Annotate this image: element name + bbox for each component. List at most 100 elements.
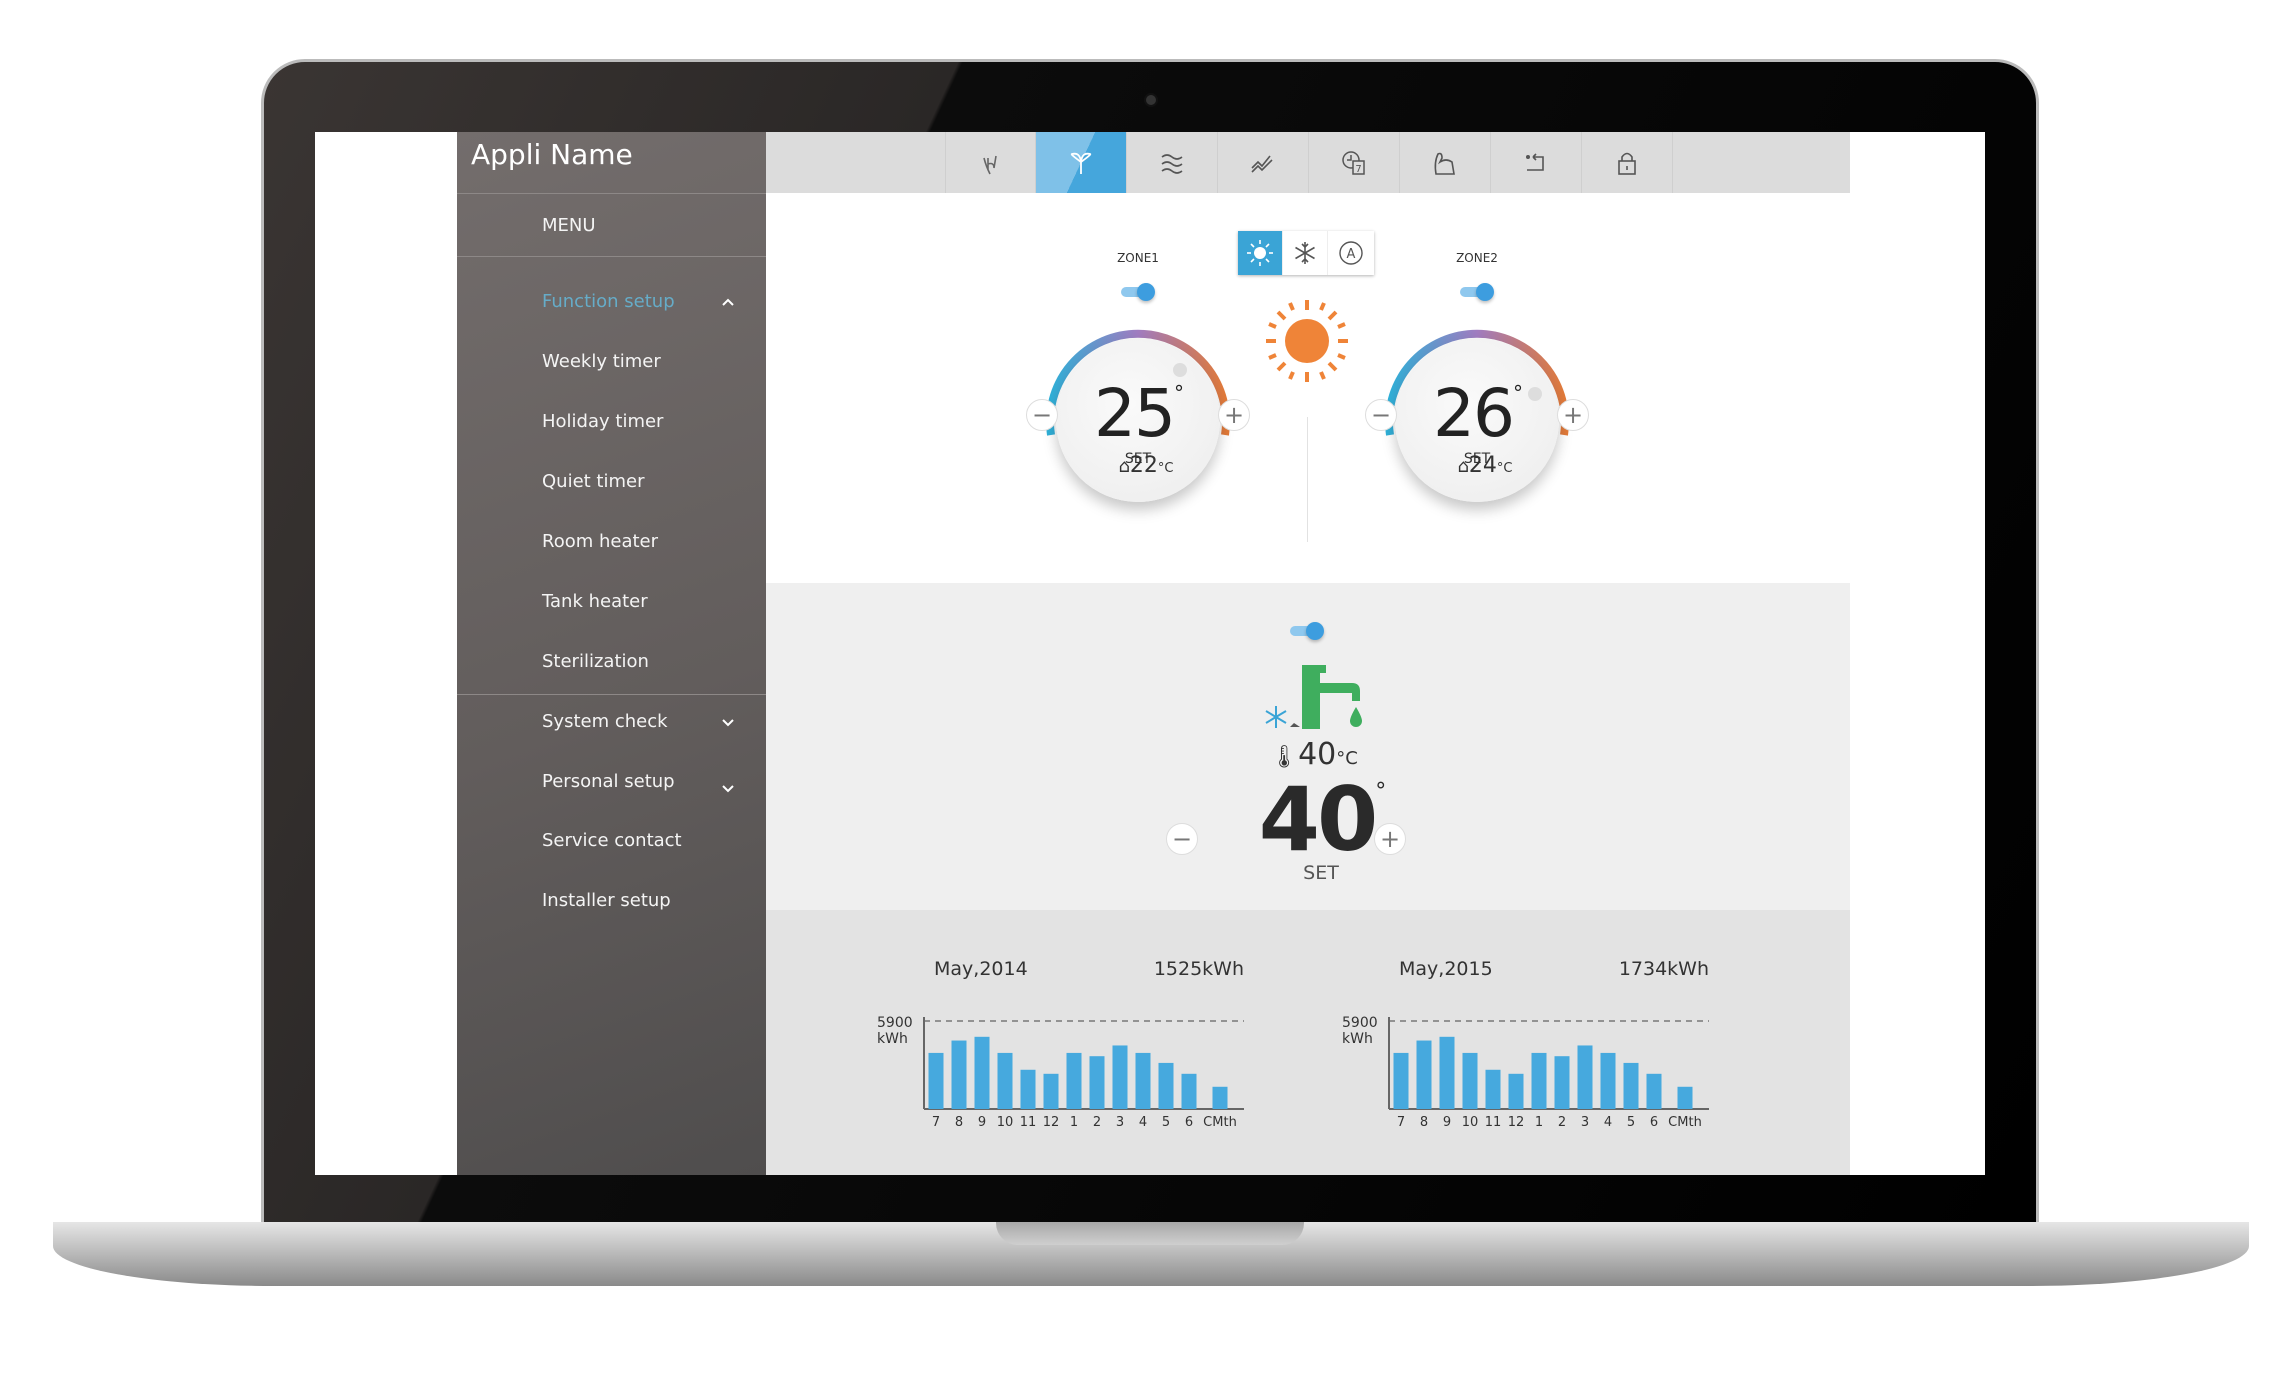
tab-return[interactable] bbox=[1491, 132, 1582, 193]
lock-icon bbox=[1618, 152, 1636, 175]
x-tick-label: 9 bbox=[978, 1115, 986, 1130]
sidebar-item-system-check[interactable]: System check bbox=[542, 711, 668, 732]
energy-section: 7 8 9 10 11 12 1 2 3 4 5 6 CMth 7 8 9 10 11 12 1 2 3 4 5 6 CMth M… bbox=[766, 910, 1850, 1175]
bar-6 bbox=[1646, 1073, 1662, 1109]
water-set-temp: 40° bbox=[1258, 768, 1386, 871]
chart-month-title: May,2015 bbox=[1399, 958, 1493, 980]
bar-9 bbox=[1439, 1036, 1455, 1109]
sidebar-item-function-setup[interactable]: Function setup bbox=[542, 291, 675, 312]
faucet-icon bbox=[1265, 665, 1362, 729]
x-tick-label: 12 bbox=[1508, 1115, 1525, 1130]
zone-dial[interactable]: 26° SET bbox=[1380, 323, 1574, 517]
x-tick-label: 5 bbox=[1627, 1115, 1635, 1130]
return-icon bbox=[1526, 152, 1544, 171]
x-tick-label: 2 bbox=[1558, 1115, 1566, 1130]
bar-10 bbox=[1462, 1052, 1478, 1109]
bar-6 bbox=[1181, 1073, 1197, 1109]
sidebar-item-room-heater[interactable]: Room heater bbox=[542, 531, 658, 552]
camera bbox=[1144, 93, 1158, 107]
touch-hand-icon bbox=[982, 155, 997, 174]
svg-text:A: A bbox=[1346, 247, 1355, 262]
hot-water-section: 🌡40°C − + 40° SET bbox=[766, 583, 1850, 910]
x-tick-label: 4 bbox=[1604, 1115, 1612, 1130]
x-tick-label: 8 bbox=[1420, 1115, 1428, 1130]
x-tick-label: CMth bbox=[1668, 1115, 1702, 1130]
zone-increase-button[interactable]: + bbox=[1557, 399, 1589, 431]
sidebar-item-sterilization[interactable]: Sterilization bbox=[542, 651, 649, 672]
laptop-notch bbox=[996, 1222, 1304, 1245]
snowflake-cool-icon bbox=[1295, 242, 1315, 264]
menu-button[interactable]: MENU bbox=[542, 215, 596, 236]
tab-sprout-eco[interactable] bbox=[1036, 132, 1127, 193]
air-flow-icon bbox=[1161, 153, 1183, 174]
mode-cool-button[interactable] bbox=[1283, 231, 1328, 275]
app-title: Appli Name bbox=[471, 138, 633, 171]
tab-energy-graph[interactable] bbox=[1218, 132, 1309, 193]
x-tick-label: 4 bbox=[1139, 1115, 1147, 1130]
zone-toggle[interactable] bbox=[1460, 283, 1494, 301]
bar-8 bbox=[951, 1040, 967, 1109]
main-panel: 7 A ZONE1 25° SET − + ⌂22°C ZONE2 26° SET − + ⌂24°C… bbox=[766, 132, 1850, 1175]
screen: Appli Name MENU Function setup Weekly tim… bbox=[315, 132, 1985, 1175]
x-tick-label: 1 bbox=[1070, 1115, 1078, 1130]
sidebar-item-holiday-timer[interactable]: Holiday timer bbox=[542, 411, 663, 432]
tab-lock[interactable] bbox=[1582, 132, 1673, 193]
divider bbox=[457, 256, 766, 257]
bar-5 bbox=[1158, 1062, 1174, 1109]
zone-divider bbox=[1307, 417, 1308, 542]
chart-month-title: May,2014 bbox=[934, 958, 1028, 980]
water-decrease-button[interactable]: − bbox=[1166, 823, 1198, 855]
sidebar-item-weekly-timer[interactable]: Weekly timer bbox=[542, 351, 661, 372]
y-unit-label: kWh bbox=[877, 1031, 908, 1047]
top-toolbar: 7 bbox=[766, 132, 1850, 193]
mode-heat-button[interactable] bbox=[1238, 231, 1283, 275]
x-tick-label: 10 bbox=[1462, 1115, 1479, 1130]
x-tick-label: 9 bbox=[1443, 1115, 1451, 1130]
tab-weekly-timer[interactable]: 7 bbox=[1309, 132, 1400, 193]
chart-total: 1525kWh bbox=[1153, 958, 1244, 980]
thermometer-icon: 🌡 bbox=[1270, 745, 1299, 770]
power-boost-icon bbox=[1434, 152, 1455, 175]
energy-charts: 7 8 9 10 11 12 1 2 3 4 5 6 CMth 7 8 9 10 11 12 1 2 3 4 5 6 CMth bbox=[923, 1017, 1709, 1130]
x-tick-label: 1 bbox=[1535, 1115, 1543, 1130]
x-tick-label: 10 bbox=[997, 1115, 1014, 1130]
mode-auto-button[interactable]: A bbox=[1328, 231, 1373, 275]
room-temp: ⌂24°C bbox=[1457, 453, 1513, 478]
bar-7 bbox=[1393, 1052, 1409, 1109]
zone-decrease-button[interactable]: − bbox=[1365, 399, 1397, 431]
bar-8 bbox=[1416, 1040, 1432, 1109]
x-tick-label: 12 bbox=[1043, 1115, 1060, 1130]
room-temp: ⌂22°C bbox=[1118, 453, 1174, 478]
zone-dial[interactable]: 25° SET bbox=[1041, 323, 1235, 517]
sidebar: Appli Name MENU Function setup Weekly tim… bbox=[457, 132, 766, 1175]
sidebar-item-tank-heater[interactable]: Tank heater bbox=[542, 591, 648, 612]
zone-decrease-button[interactable]: − bbox=[1026, 399, 1058, 431]
sun-icon bbox=[1266, 300, 1348, 382]
y-unit-label: kWh bbox=[1342, 1031, 1373, 1047]
weekly-timer-icon: 7 bbox=[1342, 150, 1365, 175]
tab-touch-hand[interactable] bbox=[945, 132, 1036, 193]
zone-increase-button[interactable]: + bbox=[1218, 399, 1250, 431]
bar-12 bbox=[1508, 1073, 1524, 1109]
energy-graph-icon bbox=[1251, 155, 1273, 173]
chevron-up-icon[interactable] bbox=[721, 295, 735, 309]
sidebar-item-service-contact[interactable]: Service contact bbox=[542, 830, 682, 851]
bar-1 bbox=[1066, 1052, 1082, 1109]
bar-CMth bbox=[1212, 1086, 1228, 1109]
x-tick-label: 5 bbox=[1162, 1115, 1170, 1130]
x-tick-label: 7 bbox=[932, 1115, 940, 1130]
bar-CMth bbox=[1677, 1086, 1693, 1109]
y-max-label: 5900 bbox=[1342, 1015, 1378, 1031]
house-thermometer-icon: ⌂ bbox=[1118, 456, 1130, 477]
chevron-down-icon[interactable] bbox=[721, 715, 735, 729]
chevron-down-icon[interactable] bbox=[721, 781, 735, 795]
tab-power-boost[interactable] bbox=[1400, 132, 1491, 193]
sidebar-item-quiet-timer[interactable]: Quiet timer bbox=[542, 471, 645, 492]
bar-1 bbox=[1531, 1052, 1547, 1109]
water-toggle[interactable] bbox=[1290, 622, 1324, 640]
water-set-label: SET bbox=[1303, 862, 1339, 884]
tab-air-flow[interactable] bbox=[1127, 132, 1218, 193]
zone-toggle[interactable] bbox=[1121, 283, 1155, 301]
sidebar-item-installer-setup[interactable]: Installer setup bbox=[542, 890, 671, 911]
sidebar-item-personal-setup[interactable]: Personal setup bbox=[542, 771, 675, 792]
